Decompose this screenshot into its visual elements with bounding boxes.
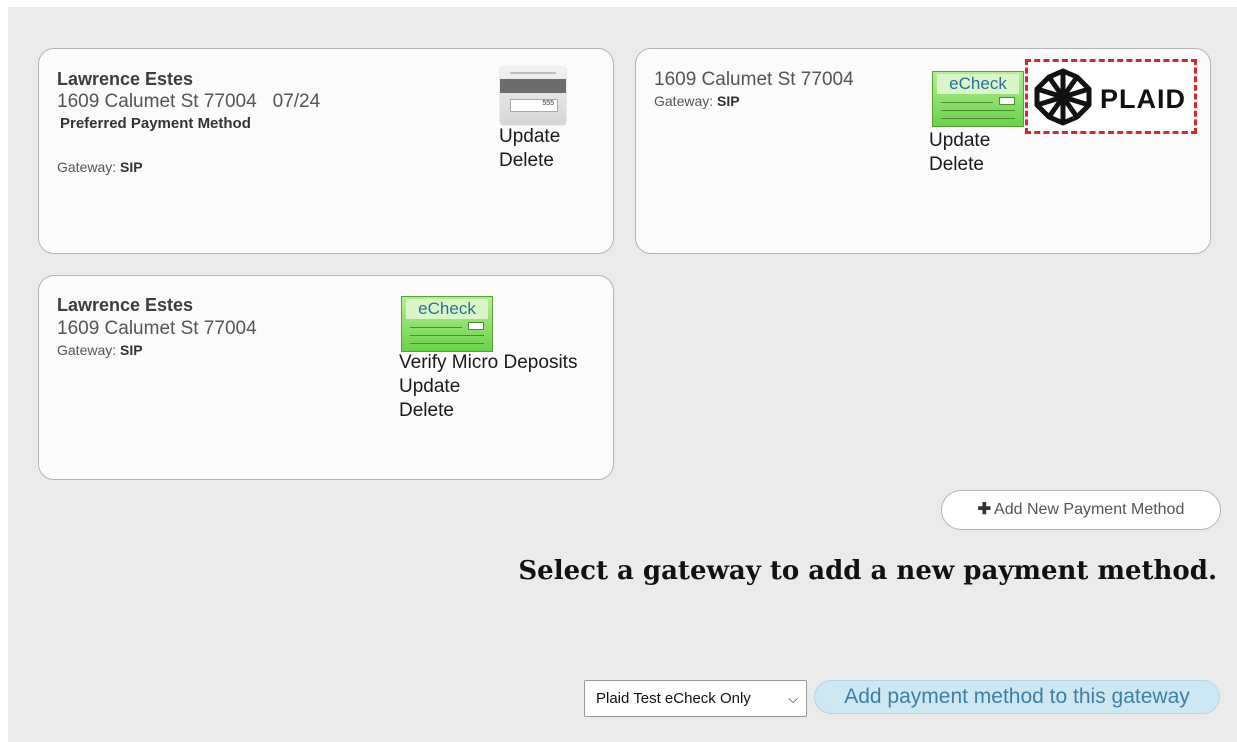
card-actions: Update Delete <box>929 129 990 177</box>
echeck-icon-label: eCheck <box>937 74 1019 94</box>
gateway-select-value: Plaid Test eCheck Only <box>596 690 751 707</box>
billing-address: 1609 Calumet St 77004 <box>654 69 854 90</box>
card-actions: Update Delete <box>499 125 560 173</box>
credit-card-back-icon: 555 <box>500 67 566 125</box>
billing-address: 1609 Calumet St 77004 <box>57 318 257 339</box>
plaid-wordmark: PLAID <box>1100 84 1186 114</box>
delete-link[interactable]: Delete <box>399 399 577 423</box>
billing-address: 1609 Calumet St 77004 07/24 <box>57 91 320 113</box>
expiry-date: 07/24 <box>272 91 321 112</box>
card-actions: Verify Micro Deposits Update Delete <box>399 351 577 423</box>
add-payment-method-to-gateway-button[interactable]: Add payment method to this gateway <box>814 680 1220 714</box>
delete-link[interactable]: Delete <box>499 149 560 173</box>
cardholder-name: Lawrence Estes <box>57 295 194 315</box>
gateway-value: SIP <box>120 342 143 358</box>
gateway-info: Gateway: SIP <box>57 159 143 175</box>
add-new-payment-method-button[interactable]: ✚ Add New Payment Method <box>941 490 1221 530</box>
update-link[interactable]: Update <box>499 125 560 149</box>
gateway-info: Gateway: SIP <box>57 342 143 358</box>
cardholder-name: Lawrence Estes <box>57 69 194 89</box>
echeck-icon: eCheck <box>401 296 493 352</box>
preferred-label: Preferred Payment Method <box>60 115 251 132</box>
gateway-label: Gateway: <box>654 93 714 109</box>
gateway-info: Gateway: SIP <box>654 93 740 109</box>
address-text: 1609 Calumet St 77004 <box>57 91 257 112</box>
payment-card-echeck: Lawrence Estes 1609 Calumet St 77004 Gat… <box>38 275 614 480</box>
gateway-section-heading: Select a gateway to add a new payment me… <box>518 556 1217 586</box>
update-link[interactable]: Update <box>929 129 990 153</box>
verify-micro-deposits-link[interactable]: Verify Micro Deposits <box>399 351 577 375</box>
gateway-value: SIP <box>120 159 143 175</box>
gateway-value: SIP <box>717 93 740 109</box>
echeck-icon: eCheck <box>932 71 1024 127</box>
plaid-logo-icon <box>1034 68 1092 126</box>
delete-link[interactable]: Delete <box>929 153 990 177</box>
plaid-logo: PLAID <box>1025 59 1197 134</box>
add-button-label: Add New Payment Method <box>994 501 1185 518</box>
update-link[interactable]: Update <box>399 375 577 399</box>
cvv-text: 555 <box>542 100 554 107</box>
echeck-icon-label: eCheck <box>406 299 488 319</box>
payment-card-credit: Lawrence Estes 1609 Calumet St 77004 07/2… <box>38 48 614 254</box>
gateway-label: Gateway: <box>57 159 117 175</box>
gateway-label: Gateway: <box>57 342 117 358</box>
chevron-down-icon: ⌵ <box>788 691 798 706</box>
plus-icon: ✚ <box>977 501 992 518</box>
gateway-select[interactable]: Plaid Test eCheck Only ⌵ <box>584 680 807 717</box>
